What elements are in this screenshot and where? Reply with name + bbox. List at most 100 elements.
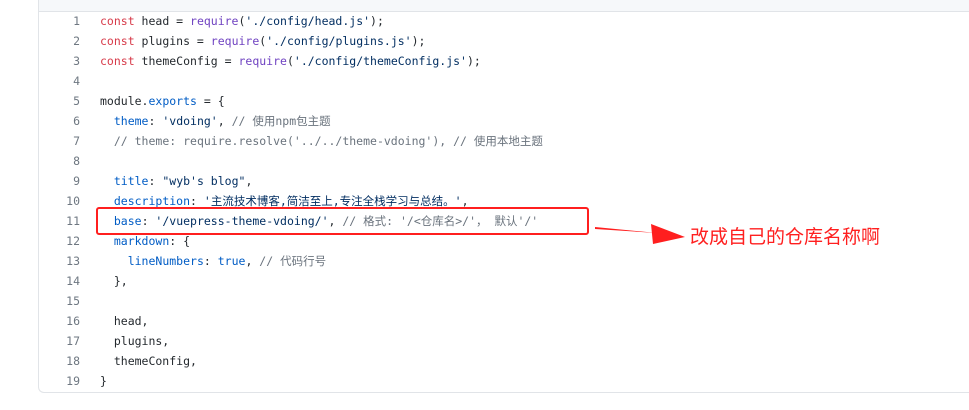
line-number: 1 — [73, 14, 80, 28]
line-number: 18 — [66, 354, 80, 368]
line-content: const head = require('./config/head.js')… — [100, 11, 384, 31]
code-token: // theme: require.resolve('../../theme-v… — [113, 134, 543, 148]
code-line: 14 }, — [39, 271, 969, 291]
line-number: 2 — [73, 34, 80, 48]
annotation-text: 改成自己的仓库名称啊 — [690, 226, 881, 248]
line-number: 19 — [66, 374, 80, 388]
code-token: ); — [370, 14, 384, 28]
code-token: module — [100, 94, 142, 108]
code-token: themeConfig, — [100, 354, 197, 368]
code-token: // 代码行号 — [259, 254, 327, 268]
code-token: 'vdoing' — [162, 114, 218, 128]
line-number: 17 — [66, 334, 80, 348]
code-token: themeConfig = — [134, 54, 239, 68]
code-line: 16 head, — [39, 311, 969, 331]
code-token: } — [100, 374, 107, 388]
code-token: "wyb's blog" — [162, 174, 246, 188]
line-number: 11 — [66, 214, 80, 228]
line-content: const plugins = require('./config/plugin… — [100, 31, 425, 51]
code-token: require — [238, 54, 287, 68]
code-token: ); — [411, 34, 426, 48]
code-lines: 1 const head = require('./config/head.js'… — [39, 11, 969, 391]
code-token: require — [210, 34, 260, 48]
code-token: , — [217, 114, 232, 128]
code-line: 1 const head = require('./config/head.js'… — [39, 11, 969, 31]
code-token: : — [148, 174, 163, 188]
code-line: 15 — [39, 291, 969, 311]
code-line: 3 const themeConfig = require('./config/t… — [39, 51, 969, 71]
code-token: plugins = — [134, 34, 211, 48]
code-line: 19} — [39, 371, 969, 391]
line-content: themeConfig, — [100, 351, 197, 371]
code-line: 9 title: "wyb's blog", — [39, 171, 969, 191]
line-number: 3 — [73, 54, 80, 68]
code-token: const — [100, 54, 135, 68]
code-token: plugins, — [100, 334, 170, 348]
line-content: title: "wyb's blog", — [100, 171, 253, 191]
code-line: 13 lineNumbers: true, // 代码行号 — [39, 251, 969, 271]
line-number: 15 — [66, 294, 80, 308]
line-number: 13 — [66, 254, 80, 268]
code-token: : — [148, 114, 163, 128]
code-token: , — [245, 254, 260, 268]
line-content: plugins, — [100, 331, 169, 351]
line-number: 16 — [66, 314, 80, 328]
annotation-arrow-icon — [595, 224, 685, 244]
code-token: , — [461, 194, 469, 208]
code-token: = { — [196, 94, 225, 108]
code-token: : { — [169, 234, 191, 248]
code-line: 17 plugins, — [39, 331, 969, 351]
code-line: 18 themeConfig, — [39, 351, 969, 371]
code-token: description — [113, 194, 191, 208]
line-number: 14 — [66, 274, 80, 288]
line-number: 5 — [73, 94, 80, 108]
code-token: './config/plugins.js' — [266, 34, 412, 48]
highlight-box — [96, 207, 589, 235]
line-number: 4 — [73, 74, 80, 88]
code-token: './config/themeConfig.js' — [293, 54, 467, 68]
line-content: module.exports = { — [100, 91, 225, 111]
line-content: head, — [100, 311, 149, 331]
code-token: require — [190, 14, 239, 28]
code-line: 5 module.exports = { — [39, 91, 969, 111]
code-token: ( — [286, 54, 294, 68]
code-viewer: 1 const head = require('./config/head.js'… — [38, 0, 969, 393]
code-line: 6 theme: 'vdoing', // 使用npm包主题 — [39, 111, 969, 131]
code-token: // 使用npm包主题 — [231, 114, 331, 128]
line-number: 6 — [73, 114, 80, 128]
code-line: 2 const plugins = require('./config/plugi… — [39, 31, 969, 51]
line-number: 8 — [73, 154, 80, 168]
line-number: 7 — [73, 134, 80, 148]
code-token: head, — [100, 314, 149, 328]
line-content: } — [100, 371, 107, 391]
code-token: : — [190, 194, 204, 208]
code-token: exports — [148, 94, 197, 108]
code-token: theme — [113, 114, 149, 128]
code-token: const — [100, 14, 135, 28]
line-number: 12 — [66, 234, 80, 248]
code-line: 8 — [39, 151, 969, 171]
code-token: '主流技术博客,简洁至上,专注全栈学习与总结。' — [203, 194, 462, 208]
line-content: }, — [100, 271, 128, 291]
code-token: const — [100, 34, 135, 48]
code-token: './config/head.js' — [245, 14, 371, 28]
code-token: true — [217, 254, 246, 268]
line-content: theme: 'vdoing', // 使用npm包主题 — [100, 111, 331, 131]
code-token: ); — [466, 54, 481, 68]
code-token: }, — [100, 274, 128, 288]
code-token: , — [245, 174, 253, 188]
line-content: lineNumbers: true, // 代码行号 — [100, 251, 326, 271]
code-token: title — [113, 174, 149, 188]
line-content: // theme: require.resolve('../../theme-v… — [100, 131, 543, 151]
line-content: const themeConfig = require('./config/th… — [100, 51, 481, 71]
code-token: head = — [134, 14, 191, 28]
line-number: 9 — [73, 174, 80, 188]
code-line: 7 // theme: require.resolve('../../theme… — [39, 131, 969, 151]
code-token: markdown — [113, 234, 170, 248]
